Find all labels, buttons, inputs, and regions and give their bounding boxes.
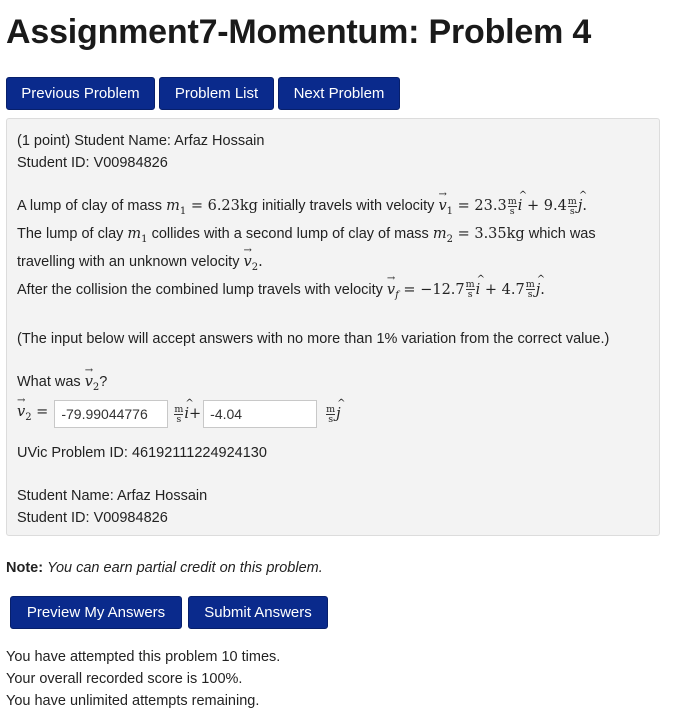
submit-answers-button[interactable]: Submit Answers	[188, 596, 328, 629]
problem-list-button[interactable]: Problem List	[159, 77, 274, 110]
problem-statement-line-3: travelling with an unknown velocity v2.	[17, 240, 649, 279]
next-problem-button[interactable]: Next Problem	[278, 77, 400, 110]
student-id: Student ID: V00984826	[17, 155, 168, 171]
problem-navigation: Previous Problem Problem List Next Probl…	[6, 77, 400, 110]
tolerance-note: (The input below will accept answers wit…	[17, 330, 610, 347]
unit-j-label: msj	[325, 393, 345, 425]
answer-actions: Preview My Answers Submit Answers	[10, 596, 328, 629]
remaining-text: You have unlimited attempts remaining.	[6, 693, 260, 709]
v2-label: v2 =	[17, 390, 48, 429]
answer-x-input[interactable]	[54, 400, 169, 429]
uvic-problem-id: UVic Problem ID: 46192111224924130	[17, 445, 267, 462]
attempts-text: You have attempted this problem 10 times…	[6, 649, 281, 665]
student-name-footer: Student Name: Arfaz Hossain	[17, 488, 208, 505]
preview-answers-button[interactable]: Preview My Answers	[10, 596, 182, 629]
answer-y-input[interactable]	[203, 400, 318, 429]
unit-i-label: msi+	[173, 393, 201, 425]
partial-credit-note: Note: You can earn partial credit on thi…	[6, 560, 323, 576]
problem-statement-line-4: After the collision the combined lump tr…	[17, 268, 649, 307]
score-text: Your overall recorded score is 100%.	[6, 671, 243, 687]
attempt-status: You have attempted this problem 10 times…	[6, 646, 280, 712]
problem-statement-line-2: The lump of clay m1 collides with a seco…	[17, 225, 596, 245]
answer-row: v2 = msi+ msj	[17, 390, 649, 432]
student-id-footer: Student ID: V00984826	[17, 510, 168, 527]
points-student-name: (1 point) Student Name: Arfaz Hossain	[17, 133, 265, 149]
problem-statement-line-1: A lump of clay of mass m1 = 6.23kg initi…	[17, 184, 649, 223]
problem-panel: (1 point) Student Name: Arfaz Hossain St…	[6, 118, 660, 536]
previous-problem-button[interactable]: Previous Problem	[6, 77, 155, 110]
question-text: What was v2?	[17, 360, 649, 399]
page-title: Assignment7-Momentum: Problem 4	[6, 13, 592, 51]
